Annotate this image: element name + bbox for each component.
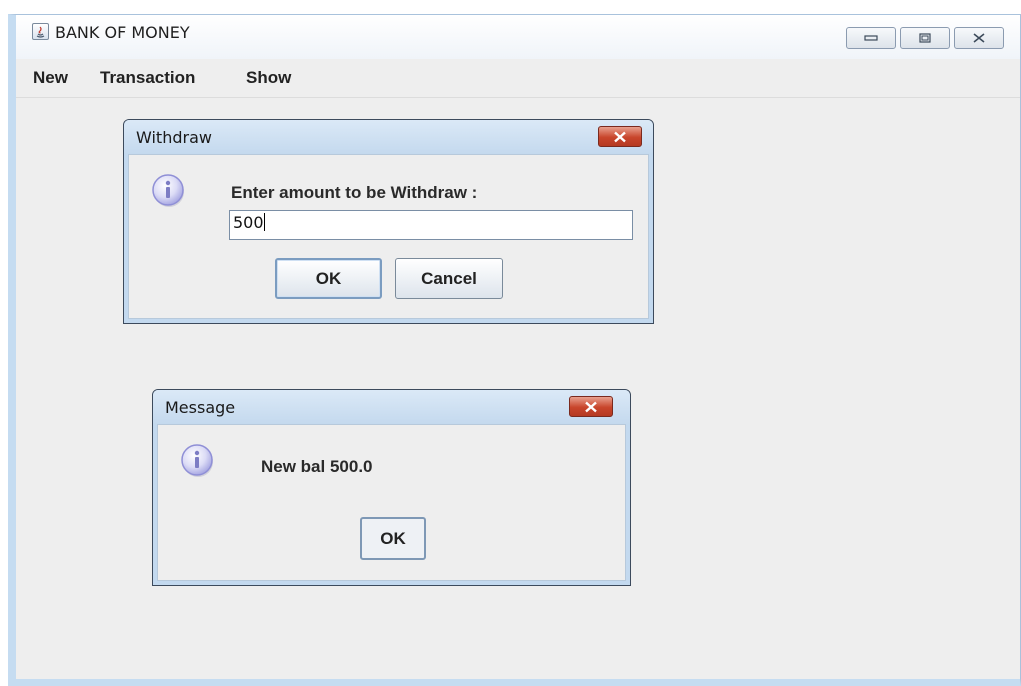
withdraw-dialog-titlebar[interactable]: Withdraw	[124, 120, 653, 154]
withdraw-amount-input[interactable]: 500	[229, 210, 633, 240]
withdraw-ok-button[interactable]: OK	[275, 258, 382, 299]
minimize-button[interactable]	[846, 27, 896, 49]
info-icon	[181, 444, 213, 477]
message-dialog-titlebar[interactable]: Message	[153, 390, 630, 424]
message-ok-button[interactable]: OK	[360, 517, 426, 560]
menu-transaction[interactable]: Transaction	[100, 68, 195, 88]
message-dialog-body: New bal 500.0 OK	[157, 424, 626, 581]
close-window-button[interactable]	[954, 27, 1004, 49]
text-caret	[263, 213, 265, 231]
menu-new[interactable]: New	[33, 68, 68, 88]
withdraw-prompt-label: Enter amount to be Withdraw :	[231, 183, 478, 202]
java-app-icon	[32, 23, 49, 40]
close-icon	[614, 131, 626, 142]
window-controls	[846, 27, 1004, 51]
withdraw-dialog: Withdraw Enter amount to be Withdraw : 5…	[123, 119, 654, 324]
withdraw-amount-value: 500	[233, 213, 264, 232]
menu-show[interactable]: Show	[246, 68, 291, 88]
close-icon	[973, 33, 985, 43]
maximize-icon	[919, 33, 931, 43]
message-dialog-close-button[interactable]	[569, 396, 613, 417]
info-icon	[152, 174, 184, 207]
close-icon	[585, 401, 597, 412]
minimize-icon	[864, 35, 878, 41]
withdraw-cancel-button[interactable]: Cancel	[395, 258, 503, 299]
message-text: New bal 500.0	[261, 457, 373, 476]
maximize-button[interactable]	[900, 27, 950, 49]
message-dialog: Message New bal 500.0 OK	[152, 389, 631, 586]
message-dialog-title: Message	[165, 398, 236, 417]
window-titlebar[interactable]: BANK OF MONEY	[16, 15, 1020, 59]
withdraw-dialog-title: Withdraw	[136, 128, 212, 147]
withdraw-dialog-close-button[interactable]	[598, 126, 642, 147]
window-title: BANK OF MONEY	[55, 23, 190, 42]
menu-bar: New Transaction Show	[16, 59, 1020, 98]
withdraw-dialog-body: Enter amount to be Withdraw : 500 OK Can…	[128, 154, 649, 319]
